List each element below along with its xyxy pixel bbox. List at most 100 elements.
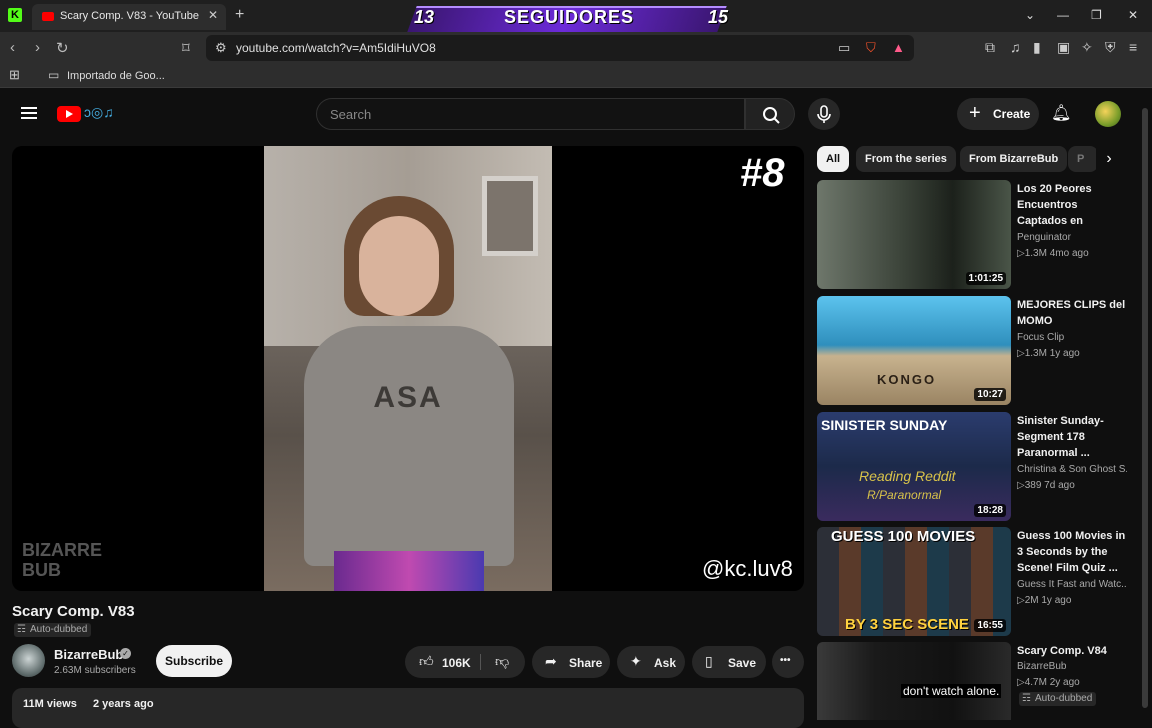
video-thumbnail[interactable]: don't watch alone. bbox=[817, 642, 1011, 720]
guide-menu-icon[interactable] bbox=[21, 107, 37, 119]
like-icon[interactable]: 👍︎ bbox=[419, 653, 434, 670]
subscribe-button[interactable]: Subscribe bbox=[156, 645, 232, 677]
frame-person-face bbox=[359, 216, 439, 316]
apps-grid-icon[interactable]: ⊞ bbox=[9, 67, 20, 83]
frame-person-pants bbox=[334, 551, 484, 591]
rec-title[interactable]: Los 20 Peores Encuentros Captados en Lug… bbox=[1017, 181, 1127, 229]
thumb-text: GUESS 100 MOVIES bbox=[831, 528, 976, 545]
rec-channel[interactable]: BizarreBub bbox=[1017, 661, 1127, 672]
recommendation-item[interactable]: SINISTER SUNDAY Reading Reddit R/Paranor… bbox=[817, 412, 1127, 522]
channel-watermark: BIZARRE BUB bbox=[22, 540, 102, 580]
recommendation-item[interactable]: 1:01:25 Los 20 Peores Encuentros Captado… bbox=[817, 180, 1127, 290]
shirt-text: ASA bbox=[373, 381, 443, 414]
brave-rewards-icon[interactable]: ▲ bbox=[892, 40, 905, 55]
browser-toolbar: ‹ › ↻ ⌑ ⚙ youtube.com/watch?v=Am5IdiHuVO… bbox=[0, 32, 1152, 64]
rec-meta: 1.3M 4mo ago bbox=[1017, 248, 1089, 259]
share-label: Share bbox=[569, 656, 603, 670]
recommendation-item[interactable]: GUESS 100 MOVIES BY 3 SEC SCENE 16:55 Gu… bbox=[817, 527, 1127, 637]
more-actions-button[interactable]: ••• bbox=[772, 646, 804, 678]
tab-close-icon[interactable]: ✕ bbox=[208, 8, 218, 22]
cast-icon[interactable]: ▭ bbox=[838, 40, 850, 56]
tab-title: Scary Comp. V83 - YouTube bbox=[60, 10, 200, 22]
video-thumbnail[interactable]: KONGO 10:27 bbox=[817, 296, 1011, 405]
maximize-button[interactable]: ❐ bbox=[1091, 8, 1102, 22]
save-label: Save bbox=[728, 656, 757, 670]
like-count[interactable]: 106K bbox=[442, 656, 471, 670]
notifications-bell-icon[interactable]: 🔔︎ bbox=[1051, 103, 1071, 123]
back-icon[interactable]: ‹ bbox=[10, 39, 15, 56]
search-input[interactable]: Search bbox=[316, 98, 745, 130]
site-info-icon[interactable]: ⚙ bbox=[215, 40, 227, 56]
subscriber-count: 2.63M subscribers bbox=[54, 665, 136, 676]
rec-meta: 4.7M 2y ago bbox=[1017, 677, 1080, 688]
thumb-text-bottom: BY 3 SEC SCENE bbox=[845, 616, 969, 633]
ask-button[interactable]: ✦ Ask bbox=[617, 646, 685, 678]
chips-next-icon[interactable]: › bbox=[1096, 146, 1122, 172]
create-label: Create bbox=[993, 107, 1031, 121]
page-scrollbar[interactable] bbox=[1142, 108, 1148, 708]
duration-badge: 18:28 bbox=[974, 504, 1006, 517]
leo-ai-icon[interactable]: ✧ bbox=[1081, 39, 1093, 56]
channel-avatar[interactable] bbox=[12, 644, 45, 677]
video-thumbnail[interactable]: GUESS 100 MOVIES BY 3 SEC SCENE 16:55 bbox=[817, 527, 1011, 636]
overlay-label: SEGUIDORES bbox=[504, 7, 635, 27]
bookmark-folder-imported[interactable]: Importado de Goo... bbox=[67, 70, 165, 82]
minimize-button[interactable]: — bbox=[1057, 8, 1069, 22]
extensions-icon[interactable]: ⧉ bbox=[985, 39, 995, 56]
ask-label: Ask bbox=[654, 656, 677, 670]
url-text[interactable]: youtube.com/watch?v=Am5IdiHuVO8 bbox=[236, 41, 436, 55]
browser-tab-bar: K Scary Comp. V83 - YouTube ✕ + 13 SEGUI… bbox=[0, 0, 1152, 32]
dislike-icon[interactable]: 👎︎ bbox=[495, 653, 509, 670]
vpn-icon[interactable]: ⛨ bbox=[1105, 39, 1116, 56]
chip-more[interactable]: P bbox=[1068, 146, 1098, 172]
scrollbar-thumb[interactable] bbox=[1142, 108, 1148, 708]
save-button[interactable]: ▯ Save bbox=[692, 646, 766, 678]
channel-name[interactable]: BizarreBub bbox=[54, 647, 123, 662]
video-thumbnail[interactable]: 1:01:25 bbox=[817, 180, 1011, 289]
close-window-button[interactable]: ✕ bbox=[1128, 8, 1138, 22]
media-icon[interactable]: ♫ bbox=[1010, 39, 1021, 55]
rec-title[interactable]: MEJORES CLIPS del MOMO bbox=[1017, 297, 1127, 329]
voice-search-button[interactable] bbox=[808, 98, 840, 130]
chip-from-channel[interactable]: From BizarreBub bbox=[960, 146, 1068, 172]
divider bbox=[480, 654, 481, 670]
duration-badge: 10:27 bbox=[974, 388, 1006, 401]
recommendation-item[interactable]: don't watch alone. Scary Comp. V84 Bizar… bbox=[817, 642, 1127, 720]
browser-tab-active[interactable]: Scary Comp. V83 - YouTube ✕ bbox=[32, 4, 226, 30]
rec-channel[interactable]: Guess It Fast and Watc... bbox=[1017, 579, 1127, 590]
chip-from-series[interactable]: From the series bbox=[856, 146, 956, 172]
stream-follower-overlay: 13 SEGUIDORES 15 bbox=[392, 4, 752, 32]
brave-shield-icon[interactable]: ⛉ bbox=[866, 40, 876, 56]
sidebar-icon[interactable]: ▮ bbox=[1033, 39, 1041, 56]
create-button[interactable]: + Create bbox=[957, 98, 1039, 130]
rec-channel[interactable]: Penguinator bbox=[1017, 232, 1127, 243]
recommendation-item[interactable]: KONGO 10:27 MEJORES CLIPS del MOMO Focus… bbox=[817, 296, 1127, 406]
wallet-icon[interactable]: ▣ bbox=[1057, 39, 1070, 56]
rec-channel[interactable]: Focus Clip bbox=[1017, 332, 1127, 343]
reload-icon[interactable]: ↻ bbox=[56, 39, 69, 57]
bookmark-icon[interactable]: ⌑ bbox=[182, 39, 190, 57]
tab-search-dropdown-icon[interactable]: ⌄ bbox=[1025, 8, 1035, 22]
rec-title[interactable]: Scary Comp. V84 bbox=[1017, 643, 1127, 659]
doodle-logo-icon[interactable]: ↄ◎♫ bbox=[84, 104, 114, 121]
rec-title[interactable]: Sinister Sunday- Segment 178 Paranormal … bbox=[1017, 413, 1127, 461]
video-frame: ASA bbox=[264, 146, 552, 591]
share-icon: ➦ bbox=[545, 653, 557, 669]
description-box[interactable]: 11M views 2 years ago bbox=[12, 688, 804, 728]
rec-channel[interactable]: Christina & Son Ghost S... bbox=[1017, 464, 1127, 475]
video-player[interactable]: ASA #8 BIZARRE BUB @kc.luv8 bbox=[12, 146, 804, 591]
youtube-logo-icon[interactable] bbox=[57, 106, 81, 122]
menu-icon[interactable]: ≡ bbox=[1129, 39, 1137, 55]
rec-title[interactable]: Guess 100 Movies in 3 Seconds by the Sce… bbox=[1017, 528, 1127, 576]
new-tab-button[interactable]: + bbox=[235, 6, 244, 24]
kick-app-icon[interactable]: K bbox=[8, 8, 22, 22]
account-avatar[interactable] bbox=[1095, 101, 1121, 127]
share-button[interactable]: ➦ Share bbox=[532, 646, 610, 678]
address-bar[interactable]: ⚙ youtube.com/watch?v=Am5IdiHuVO8 ▭ ⛉ ▲ bbox=[206, 35, 914, 61]
video-thumbnail[interactable]: SINISTER SUNDAY Reading Reddit R/Paranor… bbox=[817, 412, 1011, 521]
forward-icon[interactable]: › bbox=[35, 39, 40, 56]
auto-dubbed-badge: Auto-dubbed bbox=[14, 623, 92, 637]
thumb-text: SINISTER SUNDAY bbox=[821, 417, 948, 433]
search-button[interactable] bbox=[745, 98, 795, 130]
chip-all[interactable]: All bbox=[817, 146, 850, 172]
